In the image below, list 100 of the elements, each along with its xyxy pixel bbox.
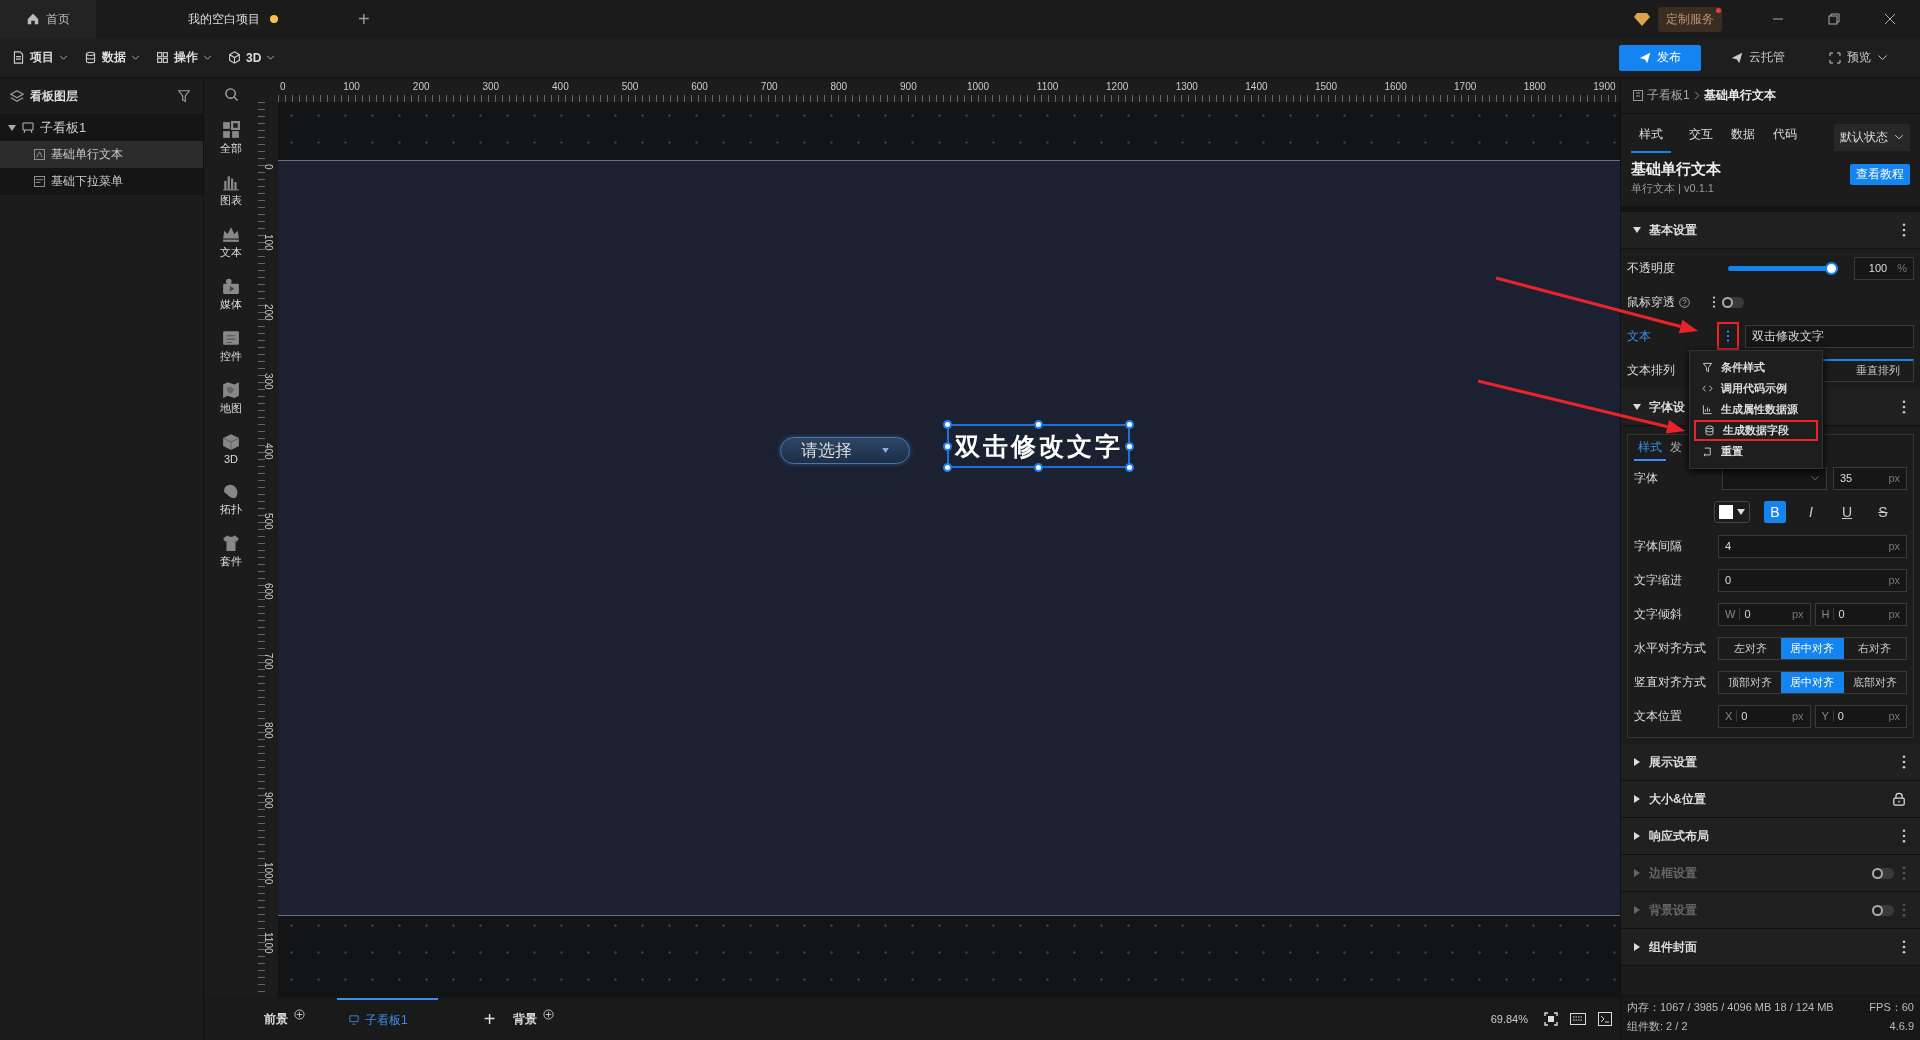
tutorial-button[interactable]: 查看教程 [1850, 164, 1910, 185]
resize-handle[interactable] [943, 442, 952, 451]
menu-item[interactable]: 生成属性数据源 [1694, 399, 1818, 420]
resize-handle[interactable] [943, 463, 952, 472]
segment-option[interactable]: 底部对齐 [1843, 671, 1906, 693]
resize-handle[interactable] [1034, 420, 1043, 429]
tab[interactable]: 首页 [0, 0, 96, 38]
number-field[interactable]: 4 px [1718, 534, 1907, 558]
component-category[interactable]: 图表 [220, 173, 242, 208]
gem-icon [1634, 12, 1650, 26]
component-category[interactable]: 媒体 [220, 277, 242, 312]
menu-item[interactable]: 调用代码示例 [1694, 378, 1818, 399]
caret-right-icon [1633, 832, 1641, 840]
help-icon [1679, 296, 1690, 308]
segment-option[interactable]: 居中对齐 [1781, 671, 1844, 693]
resize-handle[interactable] [1125, 442, 1134, 451]
close-icon [1884, 13, 1896, 25]
tab[interactable]: 样式 [1631, 121, 1671, 153]
segment-option[interactable]: 右对齐 [1843, 637, 1906, 659]
ruler-label: 800 [263, 722, 274, 740]
strikethrough-button[interactable]: S [1872, 501, 1894, 523]
tab[interactable]: 发 [1670, 439, 1682, 461]
segment-option[interactable]: 垂直排列 [1843, 360, 1913, 381]
layer-tab[interactable]: 背景 [513, 1010, 538, 1028]
section-title[interactable]: 组件封面 [1649, 938, 1697, 956]
filter-icon[interactable] [177, 89, 191, 103]
number-field[interactable]: 35 px [1833, 466, 1907, 490]
number-field[interactable]: 100 % [1854, 256, 1914, 280]
field-label: 水平对齐方式 [1634, 639, 1707, 657]
add-circle-icon [294, 1008, 305, 1020]
filter-icon [1702, 362, 1713, 373]
ruler-label: 400 [263, 443, 274, 460]
section-title[interactable]: 基本设置 [1649, 221, 1697, 239]
resize-handle[interactable] [1125, 463, 1134, 472]
tab[interactable]: 交互 [1689, 121, 1713, 153]
menu-item[interactable]: 生成数据字段 [1694, 420, 1818, 441]
italic-button[interactable]: I [1800, 501, 1822, 523]
select-widget[interactable]: 请选择 [780, 437, 910, 464]
component-category[interactable]: 文本 [220, 225, 242, 260]
menu-item[interactable]: 重置 [1694, 441, 1818, 462]
component-category[interactable]: 控件 [220, 329, 242, 364]
tab[interactable]: 样式 [1634, 439, 1666, 461]
component-category[interactable]: 套件 [220, 534, 242, 569]
underline-button[interactable]: U [1836, 501, 1858, 523]
field-label: 竖直对齐方式 [1634, 673, 1707, 691]
preview-button[interactable]: 预览 [1815, 44, 1902, 71]
state-select[interactable]: 默认状态 [1834, 123, 1910, 151]
menu-button[interactable]: 数据 [84, 49, 140, 66]
caret-right-icon [1633, 758, 1641, 766]
breadcrumb-item[interactable]: 子看板1 [1647, 87, 1690, 104]
opacity-slider[interactable] [1728, 261, 1839, 275]
panel-title: 看板图层 [30, 87, 78, 105]
menu-item[interactable]: 条件样式 [1694, 357, 1818, 378]
number-field[interactable]: X 0 px [1718, 704, 1811, 728]
number-field[interactable]: W 0 px [1718, 602, 1811, 626]
layer-item[interactable]: 子看板1 [0, 114, 203, 141]
ruler-label: 1100 [263, 931, 274, 954]
section-title[interactable]: 响应式布局 [1649, 827, 1709, 845]
bold-button[interactable]: B [1764, 501, 1786, 523]
layer-item[interactable]: 基础下拉菜单 [0, 168, 203, 195]
field-label: 字体 [1634, 469, 1659, 487]
menu-button[interactable]: 3D [228, 50, 276, 65]
component-category[interactable]: 全部 [220, 121, 242, 156]
section-title[interactable]: 展示设置 [1649, 753, 1697, 771]
more-button[interactable] [1717, 322, 1739, 350]
search-icon[interactable] [223, 87, 239, 102]
toggle-switch[interactable] [1722, 296, 1744, 308]
add-board-button[interactable]: + [483, 1007, 496, 1031]
menu-button[interactable]: 操作 [156, 49, 212, 66]
restore-icon [1828, 13, 1840, 25]
section-title[interactable]: 字体设 [1649, 398, 1685, 416]
component-category[interactable]: 地图 [220, 381, 242, 416]
publish-button[interactable]: 发布 [1619, 44, 1701, 71]
tab[interactable]: 代码 [1773, 121, 1797, 153]
number-field[interactable]: H 0 px [1814, 602, 1907, 626]
text-field[interactable]: 双击修改文字 [1745, 324, 1914, 348]
number-field[interactable]: 0 px [1718, 568, 1907, 592]
resize-handle[interactable] [943, 420, 952, 429]
number-field[interactable]: Y 0 px [1814, 704, 1907, 728]
resize-handle[interactable] [1034, 463, 1043, 472]
segment-option[interactable]: 居中对齐 [1781, 637, 1844, 659]
layer-tab[interactable]: 前景 [264, 1010, 288, 1028]
section-title[interactable]: 大小&位置 [1649, 790, 1706, 808]
custom-service-button[interactable]: 定制服务 [1658, 6, 1722, 32]
menu-button[interactable]: 项目 [12, 49, 68, 66]
component-category[interactable]: 3D [222, 433, 240, 465]
resize-handle[interactable] [1125, 420, 1134, 429]
segment-option[interactable]: 顶部对齐 [1719, 671, 1782, 693]
component-category[interactable]: 拓扑 [220, 482, 242, 517]
color-picker[interactable] [1714, 501, 1750, 523]
caret-down-icon [882, 448, 889, 453]
ruler-label: 600 [263, 582, 274, 600]
segment-option[interactable]: 左对齐 [1719, 637, 1782, 659]
cloud-hosting-button[interactable]: 云托管 [1717, 44, 1799, 71]
slider-thumb[interactable] [1825, 261, 1839, 275]
tab[interactable]: 数据 [1731, 121, 1755, 153]
new-tab-button[interactable]: + [328, 0, 392, 38]
layer-item[interactable]: 基础单行文本 [0, 141, 203, 168]
breadcrumb-item[interactable]: 基础单行文本 [1703, 87, 1776, 104]
board-tab[interactable]: 子看板1 [337, 998, 438, 1040]
